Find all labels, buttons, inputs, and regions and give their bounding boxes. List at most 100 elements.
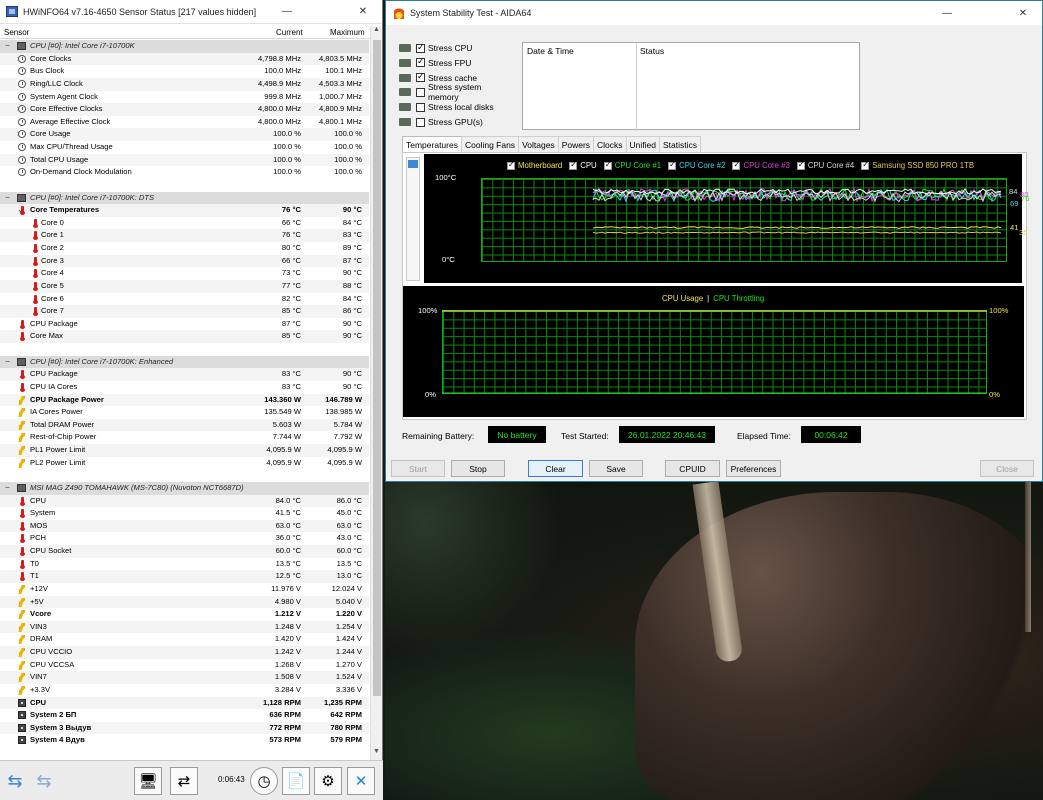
stress-checkbox[interactable]	[416, 117, 425, 127]
sensor-row[interactable]: CPU Package 83 °C 90 °C	[0, 368, 369, 381]
status-header-status[interactable]: Status	[640, 46, 664, 56]
monitor-network-icon[interactable]: 🖥	[134, 767, 162, 795]
sensor-row[interactable]: On-Demand Clock Modulation 100.0 % 100.0 %	[0, 166, 369, 179]
maximize-button[interactable]	[966, 1, 1004, 25]
sensor-group-header[interactable]: − CPU [#0]: Intel Core i7-10700K: Enhance…	[0, 355, 369, 369]
sensor-row[interactable]: PCH 36.0 °C 43.0 °C	[0, 532, 369, 545]
arrows-left-right-icon[interactable]: ⇆	[2, 767, 28, 795]
status-log[interactable]: Date & Time Status	[522, 42, 860, 131]
tab-statistics[interactable]: Statistics	[659, 136, 702, 153]
sensor-row[interactable]: CPU Socket 60.0 °C 60.0 °C	[0, 545, 369, 558]
sensor-row[interactable]: T1 12.5 °C 13.0 °C	[0, 570, 369, 583]
sensor-row[interactable]: Vcore 1.212 V 1.220 V	[0, 608, 369, 621]
sensor-row[interactable]: DRAM 1.420 V 1.424 V	[0, 633, 369, 646]
aida64-titlebar[interactable]: System Stability Test - AIDA64 — ✕	[386, 1, 1042, 25]
hwinfo-titlebar[interactable]: HWiNFO64 v7.16-4650 Sensor Status [217 v…	[0, 0, 382, 24]
start-button[interactable]: Start	[391, 460, 445, 477]
sensor-row[interactable]: Core 0 66 °C 84 °C	[0, 217, 369, 230]
expand-collapse-icon[interactable]: −	[5, 192, 10, 205]
settings-gear-icon[interactable]: ⚙	[314, 767, 342, 795]
legend-checkbox[interactable]	[861, 160, 870, 170]
sensor-row[interactable]: Core 2 80 °C 89 °C	[0, 242, 369, 255]
sensor-row[interactable]: CPU Package 87 °C 90 °C	[0, 318, 369, 331]
sensor-row[interactable]: ›Core Clocks4,798.8 MHz4,803.5 MHz	[0, 52, 369, 66]
arrows-left-right-disabled-icon[interactable]: ⇆	[31, 767, 57, 795]
expand-collapse-icon[interactable]: −	[5, 482, 10, 495]
sensor-row[interactable]: System Agent Clock 999.8 MHz 1,000.7 MHz	[0, 91, 369, 104]
legend-item[interactable]: CPU Core #2	[668, 160, 725, 170]
sensor-row[interactable]: PL2 Power Limit 4,095.9 W 4,095.9 W	[0, 457, 369, 470]
tab-unified[interactable]: Unified	[625, 136, 661, 153]
tab-cooling-fans[interactable]: Cooling Fans	[460, 136, 520, 153]
sensor-row[interactable]: Core 4 73 °C 90 °C	[0, 267, 369, 280]
sensor-row[interactable]: CPU IA Cores 83 °C 90 °C	[0, 381, 369, 394]
stress-option[interactable]: Stress FPU	[399, 56, 514, 70]
sensor-row[interactable]: Core 3 66 °C 87 °C	[0, 254, 369, 268]
legend-item[interactable]: CPU Core #3	[732, 160, 790, 170]
sensor-row[interactable]: VIN3 1.248 V 1.254 V	[0, 620, 369, 634]
stress-option[interactable]: Stress local disks	[399, 100, 514, 114]
sensor-row[interactable]: ›Core Usage100.0 %100.0 %	[0, 128, 369, 141]
column-current[interactable]: Current	[276, 28, 303, 37]
sensor-row[interactable]: Rest-of-Chip Power 7.744 W 7.792 W	[0, 431, 369, 444]
sensor-row[interactable]: Core 1 76 °C 83 °C	[0, 229, 369, 242]
close-x-icon[interactable]: ✕	[347, 767, 375, 795]
sensor-row[interactable]: CPU 84.0 °C 86.0 °C	[0, 494, 369, 508]
scroll-up-icon[interactable]: ▲	[371, 26, 382, 38]
sensor-select-list[interactable]	[406, 157, 420, 281]
sensor-row[interactable]: Total DRAM Power 5.603 W 5.784 W	[0, 418, 369, 432]
sensor-row[interactable]: ⌄Core Temperatures76 °C90 °C	[0, 204, 369, 217]
stress-checkbox[interactable]	[416, 42, 425, 53]
sensor-group-header[interactable]: − CPU [#0]: Intel Core i7-10700K	[0, 40, 369, 53]
legend-checkbox[interactable]	[668, 160, 677, 170]
sensor-row[interactable]: Average Effective Clock 4,800.0 MHz 4,800.…	[0, 116, 369, 129]
sensor-row[interactable]: CPU Package Power 143.360 W 146.789 W	[0, 393, 369, 407]
legend-item[interactable]: CPU Core #1	[603, 160, 661, 170]
sensor-row[interactable]: +5V 4.980 V 5.040 V	[0, 595, 369, 609]
legend-checkbox[interactable]	[507, 160, 515, 170]
sensor-row[interactable]: +12V 11.976 V 12.024 V	[0, 583, 369, 596]
sensor-row[interactable]: Core 6 82 °C 84 °C	[0, 293, 369, 306]
clock-reset-icon[interactable]: ◷	[250, 767, 278, 795]
sensor-row[interactable]: T0 13.5 °C 13.5 °C	[0, 558, 369, 571]
sensor-row[interactable]: MOS 63.0 °C 63.0 °C	[0, 519, 369, 533]
column-maximum[interactable]: Maximum	[330, 28, 365, 37]
sensor-row[interactable]: System 2 БП 636 RPM 642 RPM	[0, 709, 369, 722]
sensor-row[interactable]: IA Cores Power 135.549 W 138.985 W	[0, 406, 369, 419]
sensor-row[interactable]: Total CPU Usage 100.0 % 100.0 %	[0, 153, 369, 167]
tab-voltages[interactable]: Voltages	[518, 136, 559, 153]
scroll-thumb[interactable]	[373, 40, 381, 696]
close-button[interactable]: ✕	[1004, 1, 1042, 25]
tab-powers[interactable]: Powers	[557, 136, 595, 153]
legend-checkbox[interactable]	[732, 160, 741, 170]
sensor-row[interactable]: PL1 Power Limit 4,095.9 W 4,095.9 W	[0, 444, 369, 457]
expand-collapse-icon[interactable]: −	[5, 356, 10, 369]
sensor-group-header[interactable]: − CPU [#0]: Intel Core i7-10700K: DTS	[0, 191, 369, 205]
sensor-select-item[interactable]	[408, 160, 418, 168]
minimize-button[interactable]: —	[928, 1, 966, 25]
sensor-row[interactable]: +3.3V 3.284 V 3.336 V	[0, 684, 369, 697]
scroll-down-icon[interactable]: ▼	[371, 748, 382, 760]
clear-button[interactable]: Clear	[528, 460, 583, 477]
sensor-row[interactable]: VIN7 1.508 V 1.524 V	[0, 671, 369, 684]
sensor-row[interactable]: Core 5 77 °C 88 °C	[0, 279, 369, 293]
close-dialog-button[interactable]: Close	[980, 460, 1034, 477]
sensor-row[interactable]: CPU 1,128 RPM 1,235 RPM	[0, 696, 369, 710]
stress-checkbox[interactable]	[415, 87, 425, 97]
preferences-button[interactable]: Preferences	[726, 460, 781, 477]
minimize-button[interactable]: —	[268, 0, 306, 24]
status-header-date[interactable]: Date & Time	[527, 46, 574, 56]
legend-item[interactable]: CPU Core #4	[796, 160, 854, 170]
legend-checkbox[interactable]	[569, 160, 578, 170]
stress-option[interactable]: Stress CPU	[399, 41, 514, 55]
legend-item[interactable]: Motherboard	[507, 160, 562, 170]
sensor-row[interactable]: Bus Clock 100.0 MHz 100.1 MHz	[0, 65, 369, 78]
sensor-row[interactable]: Core 7 85 °C 86 °C	[0, 305, 369, 318]
sensor-row[interactable]: Max CPU/Thread Usage 100.0 % 100.0 %	[0, 141, 369, 154]
save-button[interactable]: Save	[589, 460, 643, 477]
stress-option[interactable]: Stress system memory	[399, 82, 514, 102]
sensor-list-scrollbar[interactable]: ▲ ▼	[370, 26, 382, 760]
cpuid-button[interactable]: CPUID	[665, 460, 720, 477]
report-document-icon[interactable]: 📄	[282, 767, 310, 795]
sensor-row[interactable]: Ring/LLC Clock 4,498.9 MHz 4,503.3 MHz	[0, 77, 369, 91]
